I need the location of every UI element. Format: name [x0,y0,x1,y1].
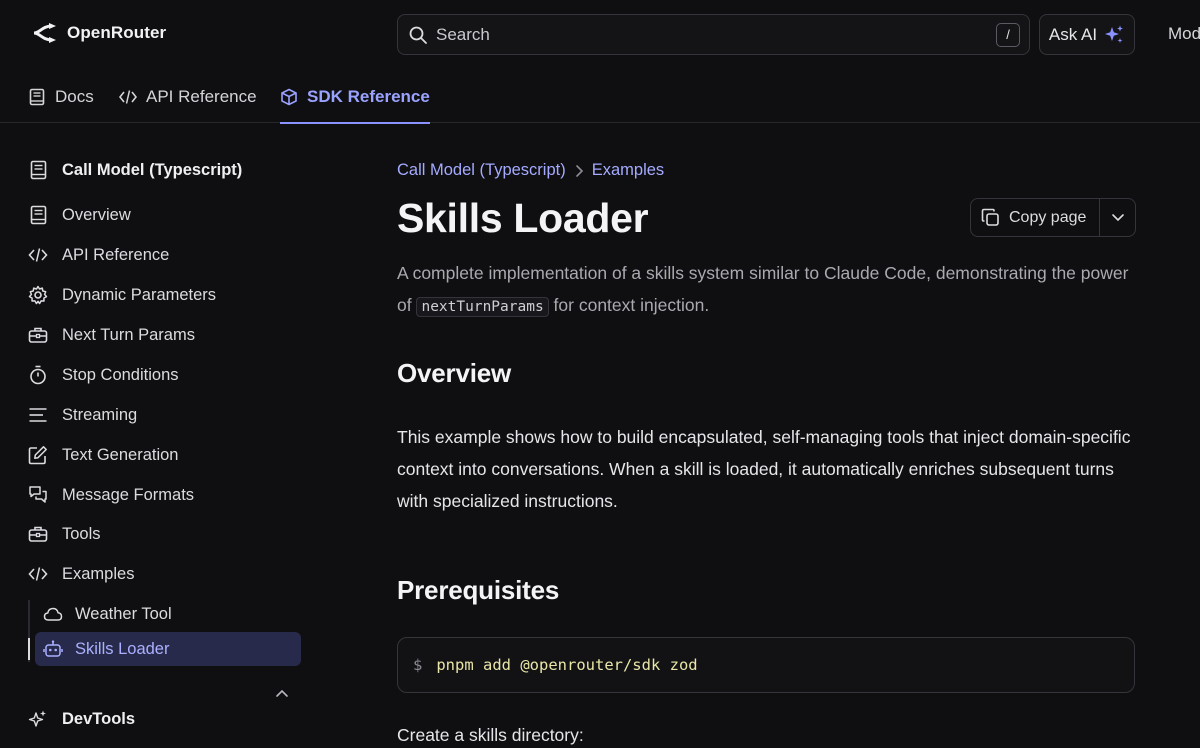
top-bar: OpenRouter / Ask AI Mod [0,0,1200,70]
stopwatch-icon [28,365,48,385]
sidebar-item-label: Streaming [62,405,138,424]
sidebar-item-tools[interactable]: Tools [28,517,101,551]
edit-icon [28,445,48,465]
sidebar-item-examples[interactable]: Examples [28,557,134,591]
code-icon [28,245,48,265]
doc-tabs: Docs API Reference SDK Reference [0,70,1200,124]
code-command: pnpm add @openrouter/sdk zod [436,656,698,674]
chevron-up-icon[interactable] [274,688,290,698]
copy-options-dropdown[interactable] [1100,213,1135,223]
sidebar-subitem-label: Skills Loader [75,639,170,658]
models-link[interactable]: Mod [1168,24,1200,44]
ask-ai-button[interactable]: Ask AI [1039,14,1135,55]
sidebar-item-label: Stop Conditions [62,365,179,384]
prerequisites-heading: Prerequisites [397,575,560,605]
shell-prompt: $ [413,656,423,674]
inline-code: nextTurnParams [416,297,549,317]
brand-name: OpenRouter [67,23,167,42]
overview-paragraph: This example shows how to build encapsul… [397,427,1131,511]
sidebar-item-message-formats[interactable]: Message Formats [28,478,194,512]
code-icon [119,88,137,106]
sidebar-section-title[interactable]: Call Model (Typescript) [28,153,242,187]
sidebar-item-devtools[interactable]: DevTools [28,702,135,736]
sidebar-item-stop-conditions[interactable]: Stop Conditions [28,358,179,392]
main-content: Call Model (Typescript) Examples Skills … [397,123,1137,748]
sidebar-item-label: Text Generation [62,445,179,464]
sidebar-item-label: Tools [62,524,101,543]
code-icon [28,564,48,584]
sidebar: Call Model (Typescript) Overview API Ref… [0,123,330,748]
search-input[interactable] [436,24,996,45]
tab-api-reference[interactable]: API Reference [119,70,257,123]
sidebar-item-dynamic-parameters[interactable]: Dynamic Parameters [28,278,216,312]
breadcrumb-item[interactable]: Examples [592,161,664,180]
copy-page-button[interactable]: Copy page [971,199,1099,236]
sidebar-item-next-turn-params[interactable]: Next Turn Params [28,318,195,352]
tab-sdk-reference[interactable]: SDK Reference [280,70,430,124]
sparkle-icon [1103,24,1125,46]
active-indicator [28,638,30,660]
sidebar-item-label: API Reference [62,245,170,264]
page-description: A complete implementation of a skills sy… [397,257,1137,323]
sidebar-item-label: DevTools [62,709,136,728]
toolbox-icon [28,524,48,544]
sidebar-subitem-weather-tool[interactable]: Weather Tool [35,597,301,631]
book-icon [28,160,48,180]
copy-page-control: Copy page [970,198,1136,237]
tab-docs[interactable]: Docs [28,70,94,123]
chevron-down-icon [1110,213,1126,223]
sidebar-subitem-skills-loader[interactable]: Skills Loader [35,632,301,666]
openrouter-logo-icon [32,22,57,44]
chevron-right-icon [574,164,584,178]
description-text: for context injection. [548,295,710,315]
sidebar-item-label: Examples [62,564,135,583]
breadcrumb-item[interactable]: Call Model (Typescript) [397,161,566,180]
cloud-icon [43,606,63,622]
tab-docs-label: Docs [55,86,94,106]
search-box[interactable]: / [397,14,1030,55]
lines-icon [28,405,48,425]
brand-logo[interactable]: OpenRouter [32,22,166,44]
sidebar-section-title-label: Call Model (Typescript) [62,160,243,179]
sidebar-item-label: Next Turn Params [62,325,195,344]
submenu-guide-line [28,600,30,662]
sidebar-item-label: Dynamic Parameters [62,285,217,304]
sidebar-item-streaming[interactable]: Streaming [28,398,137,432]
ask-ai-label: Ask AI [1048,24,1098,44]
page-title: Skills Loader [397,195,649,241]
overview-heading: Overview [397,358,512,388]
tab-api-reference-label: API Reference [146,86,257,106]
sparkle-icon [28,709,48,729]
code-block[interactable]: $ pnpm add @openrouter/sdk zod [397,637,1135,693]
book-icon [28,205,48,225]
sidebar-item-label: Message Formats [62,485,195,504]
cube-icon [280,88,298,106]
book-icon [28,88,46,106]
copy-icon [981,208,1000,227]
chat-icon [28,485,48,505]
next-paragraph: Create a skills directory: [397,725,584,745]
sidebar-item-overview[interactable]: Overview [28,198,131,232]
gear-icon [28,285,48,305]
robot-icon [43,640,63,658]
sidebar-item-label: Overview [62,205,131,224]
copy-page-label: Copy page [1009,208,1087,226]
breadcrumb: Call Model (Typescript) Examples [397,161,664,180]
toolbox-icon [28,325,48,345]
sidebar-item-text-generation[interactable]: Text Generation [28,438,178,472]
sidebar-item-api-reference[interactable]: API Reference [28,238,169,272]
tab-sdk-reference-label: SDK Reference [307,86,430,106]
search-shortcut-key: / [996,22,1020,47]
search-icon [408,25,428,45]
sidebar-subitem-label: Weather Tool [75,604,172,623]
